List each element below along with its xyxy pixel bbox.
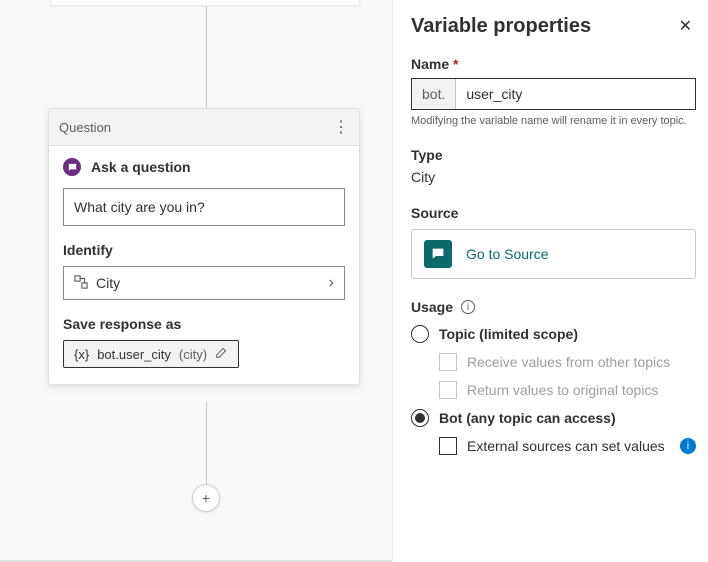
name-input[interactable]: bot. (411, 78, 696, 110)
connector-line (206, 6, 207, 108)
panel-title: Variable properties (411, 15, 591, 38)
usage-topic-label: Topic (limited scope) (439, 326, 578, 342)
usage-return-checkbox: Return values to original topics (439, 381, 696, 399)
authoring-canvas: Question ⋮ Ask a question Identify City … (0, 0, 392, 562)
name-hint: Modifying the variable name will rename … (411, 115, 696, 127)
required-asterisk: * (453, 56, 458, 72)
name-label: Name * (411, 56, 696, 72)
identify-label: Identify (63, 242, 345, 258)
connector-line (206, 402, 207, 486)
entity-icon (74, 275, 88, 292)
checkbox-icon (439, 381, 457, 399)
more-options-icon[interactable]: ⋮ (333, 117, 349, 137)
usage-bot-radio[interactable]: Bot (any topic can access) (411, 409, 696, 427)
close-button[interactable]: ✕ (675, 12, 696, 40)
card-header-title: Question (59, 120, 111, 135)
identify-value: City (96, 275, 120, 291)
variable-properties-panel: Variable properties ✕ Name * bot. Modify… (392, 0, 708, 562)
usage-receive-checkbox: Receive values from other topics (439, 353, 696, 371)
pencil-icon[interactable] (215, 346, 228, 362)
checkbox-icon (439, 353, 457, 371)
identify-select[interactable]: City › (63, 266, 345, 300)
variable-name: bot.user_city (97, 347, 171, 362)
info-icon[interactable]: i (461, 300, 475, 314)
go-to-source-label: Go to Source (466, 246, 549, 262)
info-icon[interactable]: i (680, 438, 696, 454)
usage-label: Usage (411, 299, 453, 315)
name-value-input[interactable] (456, 79, 695, 109)
card-body: Ask a question Identify City › Save resp… (49, 146, 359, 384)
radio-icon (411, 409, 429, 427)
variable-icon: {x} (74, 347, 89, 362)
ask-question-row: Ask a question (63, 158, 345, 176)
variable-type: (city) (179, 347, 207, 362)
source-label: Source (411, 205, 696, 221)
ask-question-label: Ask a question (91, 159, 191, 175)
usage-external-checkbox[interactable]: External sources can set values (439, 437, 665, 455)
type-label: Type (411, 147, 696, 163)
go-to-source-button[interactable]: Go to Source (411, 229, 696, 279)
card-header: Question ⋮ (49, 109, 359, 146)
save-response-label: Save response as (63, 316, 345, 332)
usage-external-label: External sources can set values (467, 438, 665, 454)
checkbox-icon (439, 437, 457, 455)
name-prefix: bot. (412, 79, 456, 109)
type-value: City (411, 169, 696, 185)
usage-receive-label: Receive values from other topics (467, 354, 670, 370)
question-node[interactable]: Question ⋮ Ask a question Identify City … (48, 108, 360, 385)
message-icon (424, 240, 452, 268)
previous-node-edge (50, 0, 360, 6)
add-node-button[interactable]: + (192, 484, 220, 512)
usage-topic-radio[interactable]: Topic (limited scope) (411, 325, 696, 343)
usage-return-label: Return values to original topics (467, 382, 658, 398)
radio-icon (411, 325, 429, 343)
chevron-right-icon: › (329, 274, 334, 292)
chat-bubble-icon (63, 158, 81, 176)
variable-chip[interactable]: {x} bot.user_city (city) (63, 340, 239, 368)
usage-bot-label: Bot (any topic can access) (439, 410, 616, 426)
question-input[interactable] (63, 188, 345, 226)
